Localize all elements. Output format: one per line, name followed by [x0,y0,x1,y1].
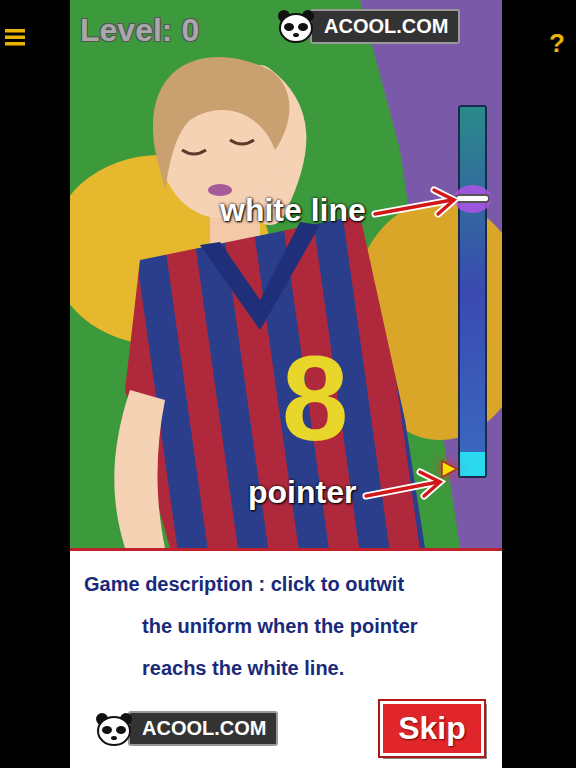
level-label: Level: 0 [80,12,199,49]
footer: ACOOL.COM Skip [84,701,490,756]
right-bar: ? [502,0,576,768]
game-description: Game description : click to outwitthe un… [84,563,490,689]
white-line [455,194,490,203]
help-button[interactable]: ? [549,28,565,59]
sleeping-player-illustration: 8 [70,0,502,548]
top-logo[interactable]: ACOOL.COM [276,8,460,44]
description-line: the uniform when the pointer [84,605,490,647]
power-meter[interactable] [458,105,487,478]
menu-icon[interactable] [5,28,25,46]
description-panel: Game description : click to outwitthe un… [70,551,502,768]
jersey-number: 8 [282,331,349,465]
logo-text: ACOOL.COM [310,9,460,44]
game-screen: 8 Level: 0 ACOOL.COM white line pointer … [0,0,576,768]
skip-button[interactable]: Skip [380,701,484,756]
left-bar [0,0,70,768]
arrow-icon [70,0,502,548]
panda-icon [94,711,134,747]
description-line: Game description : click to outwit [84,563,490,605]
game-scene[interactable]: 8 Level: 0 ACOOL.COM white line pointer [70,0,502,551]
white-line-annotation: white line [220,192,366,229]
logo-text: ACOOL.COM [128,711,278,746]
description-line: reachs the white line. [84,647,490,689]
meter-fill [460,452,485,476]
pointer-icon [440,460,458,478]
panda-icon [276,8,316,44]
footer-logo[interactable]: ACOOL.COM [94,711,278,747]
game-area: 8 Level: 0 ACOOL.COM white line pointer … [70,0,502,768]
pointer-annotation: pointer [248,474,356,511]
